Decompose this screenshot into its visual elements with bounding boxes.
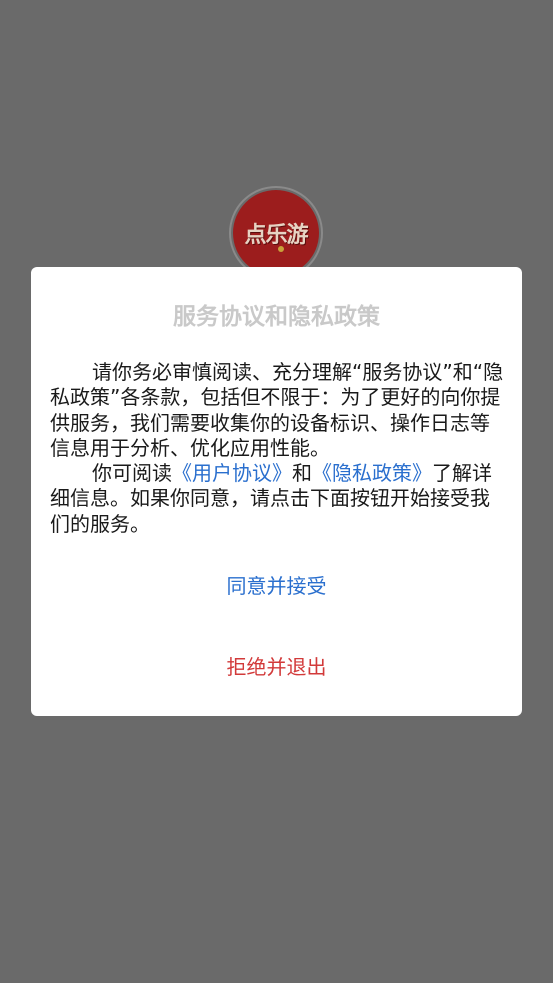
paragraph-2-prefix: 你可阅读 <box>92 461 172 486</box>
privacy-policy-link[interactable]: 《隐私政策》 <box>312 461 432 485</box>
dialog-paragraph-2: 你可阅读《用户协议》和《隐私政策》了解详细信息。如果你同意，请点击下面按钮开始接… <box>50 461 505 537</box>
user-agreement-link[interactable]: 《用户协议》 <box>172 461 292 485</box>
logo-text: 点乐游 <box>244 223 308 248</box>
dialog-body: 请你务必审慎阅读、充分理解“服务协议”和“隐私政策”各条款，包括但不限于：为了更… <box>50 360 505 537</box>
logo-dot <box>278 246 284 252</box>
privacy-dialog: 服务协议和隐私政策 请你务必审慎阅读、充分理解“服务协议”和“隐私政策”各条款，… <box>31 267 522 716</box>
accept-button[interactable]: 同意并接受 <box>31 569 522 600</box>
dialog-paragraph-1: 请你务必审慎阅读、充分理解“服务协议”和“隐私政策”各条款，包括但不限于：为了更… <box>50 360 504 460</box>
logo-badge: 点乐游 <box>233 190 319 276</box>
paragraph-2-and: 和 <box>292 461 312 486</box>
reject-button[interactable]: 拒绝并退出 <box>31 650 522 681</box>
dialog-title: 服务协议和隐私政策 <box>173 304 380 330</box>
